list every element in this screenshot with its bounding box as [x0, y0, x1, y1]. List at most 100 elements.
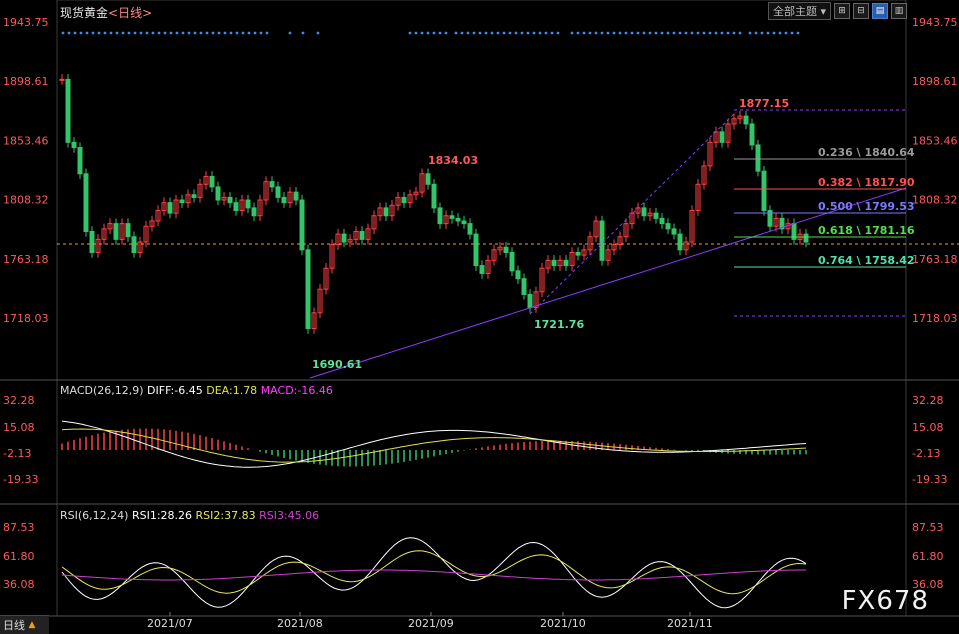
signal-dot [115, 31, 119, 35]
candle-body [191, 194, 197, 198]
candle-body [515, 270, 521, 280]
signal-dot [648, 31, 652, 35]
signal-dot [85, 31, 89, 35]
layout-list-icon[interactable]: ▤ [872, 3, 888, 19]
signal-dot [478, 31, 482, 35]
signal-dot [223, 31, 227, 35]
signal-dot [444, 31, 448, 35]
candle-body [341, 233, 347, 243]
signal-dot [121, 31, 125, 35]
fib-level-label: 0.382 \ 1817.90 [818, 176, 915, 189]
signal-dot [720, 31, 724, 35]
candle-body [71, 141, 77, 149]
candle-body [719, 131, 725, 143]
signal-dot [576, 31, 580, 35]
candle-body [131, 236, 137, 253]
signal-dot [181, 31, 185, 35]
signal-dot [454, 31, 458, 35]
date-axis-label: 2021/10 [540, 617, 586, 630]
signal-dot [556, 31, 560, 35]
high-annotation: 1877.15 [739, 97, 789, 110]
signal-dot [97, 31, 101, 35]
candle-body [563, 259, 569, 267]
watermark-logo: FX678 [841, 586, 929, 616]
candle-body [401, 196, 407, 204]
support-trendline [309, 187, 907, 379]
rsi-legend: RSI(6,12,24) RSI1:28.26 RSI2:37.83 RSI3:… [60, 509, 319, 522]
signal-dot [726, 31, 730, 35]
signal-dot [466, 31, 470, 35]
chart-canvas[interactable]: 1943.75 1943.75 1898.61 1898.61 1853.46 1853.… [0, 0, 959, 634]
theme-select[interactable]: 全部主题 ▾ [767, 2, 831, 20]
signal-dot [748, 31, 752, 35]
signal-dot [708, 31, 712, 35]
timeframe-tab[interactable]: 日线 ▲ [0, 615, 49, 634]
low-annotation: 1721.76 [534, 318, 584, 331]
signal-dot [636, 31, 640, 35]
signal-dot [760, 31, 764, 35]
candle-body [803, 233, 809, 243]
signal-dot [288, 31, 292, 35]
layout-grid-icon[interactable]: ⊞ [834, 3, 850, 19]
fib-level-label: 0.764 \ 1758.42 [818, 254, 915, 267]
signal-dot [145, 31, 149, 35]
candle-body [281, 196, 287, 204]
signal-dot [642, 31, 646, 35]
date-axis-label: 2021/07 [147, 617, 193, 630]
signal-dot [490, 31, 494, 35]
signal-dot [654, 31, 658, 35]
candle-body [437, 207, 443, 225]
candle-body [455, 217, 461, 222]
high-annotation: 1834.03 [428, 154, 478, 167]
rsi2-value: RSI2:37.83 [195, 509, 256, 522]
layout-columns-icon[interactable]: ▥ [891, 3, 907, 19]
macd-axis-label-left: -2.13 [3, 447, 31, 460]
rsi-axis-label-left: 61.80 [3, 550, 35, 563]
signal-dot [754, 31, 758, 35]
macd-macd-value: MACD:-16.46 [260, 384, 333, 397]
date-axis-label: 2021/08 [277, 617, 323, 630]
signal-dot [796, 31, 800, 35]
candle-body [665, 223, 671, 230]
signal-dot [496, 31, 500, 35]
chart-frame [56, 0, 907, 617]
tab-arrow-icon: ▲ [28, 620, 36, 630]
signal-dot [520, 31, 524, 35]
signal-dot [301, 31, 305, 35]
signal-dot [606, 31, 610, 35]
signal-dot [784, 31, 788, 35]
price-axis-label-left: 1718.03 [3, 312, 49, 325]
candle-body [479, 265, 485, 274]
signal-dot [690, 31, 694, 35]
rsi2-line [61, 550, 807, 595]
signal-dot [514, 31, 518, 35]
signal-dot [502, 31, 506, 35]
candle-body [83, 173, 89, 232]
signal-dot [187, 31, 191, 35]
price-axis-label-left: 1808.32 [3, 194, 49, 207]
signal-dot [265, 31, 269, 35]
signal-dot [714, 31, 718, 35]
signal-dot [738, 31, 742, 35]
price-axis-label-right: 1763.18 [912, 253, 958, 266]
rsi-axis-label-left: 87.53 [3, 521, 35, 534]
rsi-axis-label-right: 87.53 [912, 521, 944, 534]
signal-dot [624, 31, 628, 35]
low-annotation: 1690.61 [312, 358, 362, 371]
candle-body [551, 259, 557, 267]
rsi-params: RSI(6,12,24) [60, 509, 129, 522]
signal-dot [660, 31, 664, 35]
macd-axis-label-left: -19.33 [3, 473, 38, 486]
instrument-name: 现货黄金 [60, 6, 109, 20]
candle-body [641, 207, 647, 217]
signal-dot [538, 31, 542, 35]
signal-dot [151, 31, 155, 35]
candle-body [89, 230, 95, 253]
price-axis-label-left: 1898.61 [3, 75, 49, 88]
rsi1-value: RSI1:28.26 [131, 509, 193, 522]
candle-body [467, 223, 473, 235]
signal-dot [247, 31, 251, 35]
candle-body [659, 217, 665, 225]
signal-dot [420, 31, 424, 35]
layout-split-icon[interactable]: ⊟ [853, 3, 869, 19]
